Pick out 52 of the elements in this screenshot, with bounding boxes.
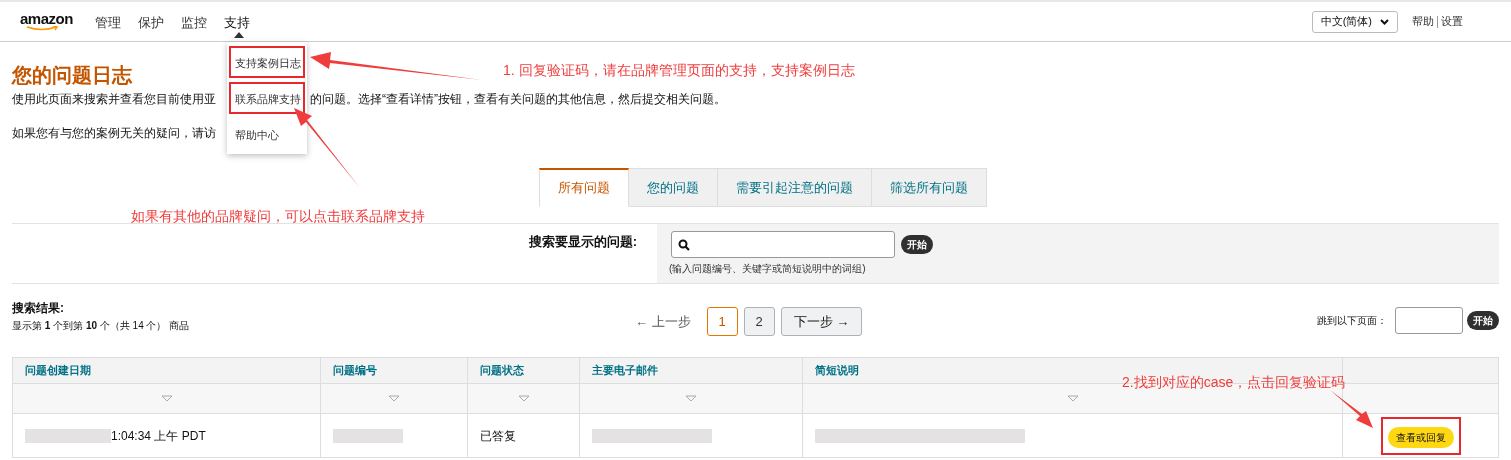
menu-item[interactable]: 支持案例日志 — [235, 57, 301, 69]
nav-tab[interactable]: 监控 — [180, 12, 207, 32]
header-link[interactable]: 设置 — [1441, 13, 1463, 30]
intro-text: 使用此页面来搜索并查看您目前使用亚 — [12, 91, 216, 108]
sort-caret-icon[interactable] — [160, 395, 173, 402]
next-button[interactable]: 下一步 → — [780, 307, 863, 336]
nav-tab[interactable]: 管理 — [94, 12, 121, 32]
amazon-logo[interactable]: amazon — [20, 11, 73, 32]
column-header[interactable]: 问题创建日期 — [25, 362, 91, 379]
start-button[interactable]: 开始 — [901, 235, 933, 254]
search-icon — [678, 238, 690, 251]
header-link[interactable]: 帮助 — [1412, 13, 1434, 30]
date-text: 1:04:34 上午 PDT — [111, 427, 206, 445]
sort-caret-icon[interactable] — [517, 395, 530, 402]
page-title: 您的问题日志 — [12, 63, 132, 88]
sort-caret-icon[interactable] — [388, 395, 400, 402]
annotation-text: 2.找到对应的case，点击回复验证码 — [1122, 373, 1346, 392]
view-reply-button[interactable]: 查看或回复 — [1387, 426, 1454, 448]
filter-tab[interactable]: 需要引起注意的问题 — [717, 168, 872, 207]
nav-tab[interactable]: 支持 — [223, 12, 250, 32]
note-text: 如果您有与您的案例无关的疑问，请访 — [12, 125, 216, 142]
start-button[interactable]: 开始 — [1467, 311, 1499, 330]
jump-label: 跳到以下页面： — [1317, 314, 1387, 328]
page-button[interactable]: 1 — [706, 307, 738, 336]
column-header[interactable]: 问题编号 — [333, 362, 377, 379]
redaction-block — [333, 428, 403, 443]
intro-text: 的问题。选择“查看详情”按钮，查看有关问题的其他信息，然后提交相关问题。 — [310, 91, 726, 108]
chevron-down-icon — [1380, 18, 1389, 25]
column-header[interactable]: 主要电子邮件 — [592, 362, 658, 379]
previous-link[interactable]: ← 上一步 — [635, 311, 691, 332]
menu-item[interactable]: 帮助中心 — [235, 129, 279, 141]
active-pointer-icon — [233, 31, 244, 38]
status-text: 已答复 — [480, 427, 516, 445]
filter-tab[interactable]: 所有问题 — [538, 168, 629, 207]
annotation-text: 1. 回复验证码，请在品牌管理页面的支持，支持案例日志 — [503, 61, 855, 80]
filter-tab[interactable]: 筛选所有问题 — [871, 168, 987, 207]
sort-caret-icon[interactable] — [1066, 395, 1079, 402]
column-header[interactable]: 问题状态 — [480, 362, 524, 379]
nav-tab[interactable]: 保护 — [137, 12, 164, 32]
search-label: 搜索要显示的问题: — [528, 233, 637, 251]
search-field[interactable] — [671, 231, 895, 258]
column-header[interactable]: 简短说明 — [815, 362, 859, 379]
results-heading: 搜索结果: — [12, 300, 65, 317]
filter-tab[interactable]: 您的问题 — [628, 168, 718, 207]
search-hint: (输入问题编号、关键字或简短说明中的词组) — [669, 262, 867, 276]
page-button[interactable]: 2 — [743, 307, 775, 336]
sort-caret-icon[interactable] — [685, 395, 697, 402]
menu-item[interactable]: 联系品牌支持 — [235, 93, 301, 105]
page-number-field[interactable] — [1395, 307, 1463, 334]
results-summary: 显示第 1 个到第 10 个（共 14 个） 商品 — [12, 319, 190, 333]
language-select[interactable]: 中文(简体) — [1311, 10, 1398, 33]
annotation-text: 如果有其他的品牌疑问，可以点击联系品牌支持 — [131, 207, 425, 226]
